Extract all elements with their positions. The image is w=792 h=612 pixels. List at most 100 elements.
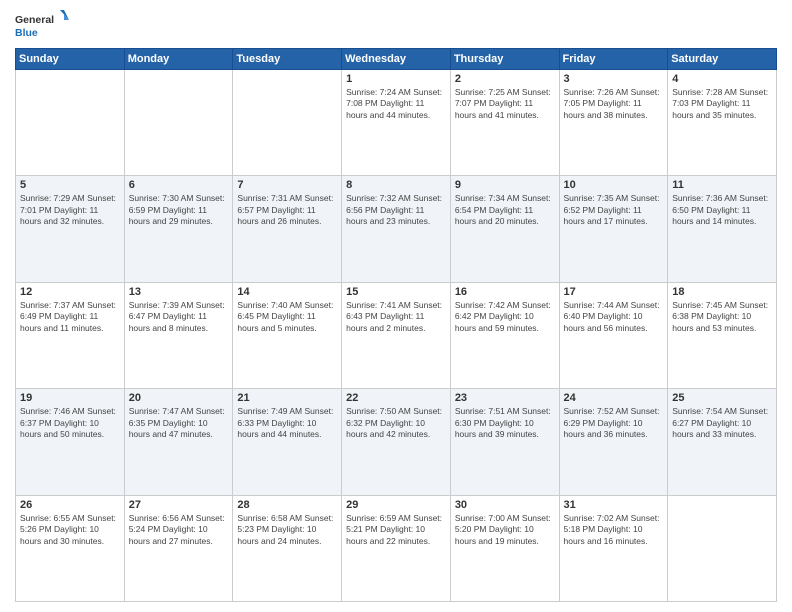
calendar-cell: 12 Sunrise: 7:37 AM Sunset: 6:49 PM Dayli…: [16, 282, 125, 388]
day-number: 20: [129, 392, 229, 404]
cell-info: Sunrise: 7:42 AM Sunset: 6:42 PM Dayligh…: [455, 300, 555, 334]
calendar-cell: 10 Sunrise: 7:35 AM Sunset: 6:52 PM Dayli…: [559, 176, 668, 282]
cell-info: Sunrise: 7:52 AM Sunset: 6:29 PM Dayligh…: [564, 406, 664, 440]
cell-info: Sunrise: 7:30 AM Sunset: 6:59 PM Dayligh…: [129, 193, 229, 227]
day-number: 19: [20, 392, 120, 404]
day-number: 18: [672, 286, 772, 298]
cell-info: Sunrise: 7:34 AM Sunset: 6:54 PM Dayligh…: [455, 193, 555, 227]
day-number: 26: [20, 499, 120, 511]
cell-info: Sunrise: 7:47 AM Sunset: 6:35 PM Dayligh…: [129, 406, 229, 440]
day-number: 30: [455, 499, 555, 511]
day-number: 14: [237, 286, 337, 298]
day-number: 1: [346, 73, 446, 85]
calendar-cell: 15 Sunrise: 7:41 AM Sunset: 6:43 PM Dayli…: [342, 282, 451, 388]
cell-info: Sunrise: 7:25 AM Sunset: 7:07 PM Dayligh…: [455, 87, 555, 121]
cell-info: Sunrise: 6:58 AM Sunset: 5:23 PM Dayligh…: [237, 513, 337, 547]
calendar-cell: 28 Sunrise: 6:58 AM Sunset: 5:23 PM Dayli…: [233, 495, 342, 601]
cell-info: Sunrise: 7:37 AM Sunset: 6:49 PM Dayligh…: [20, 300, 120, 334]
logo-svg: General Blue: [15, 10, 70, 42]
day-number: 12: [20, 286, 120, 298]
calendar-cell: 14 Sunrise: 7:40 AM Sunset: 6:45 PM Dayli…: [233, 282, 342, 388]
day-number: 15: [346, 286, 446, 298]
day-number: 21: [237, 392, 337, 404]
calendar-cell: 5 Sunrise: 7:29 AM Sunset: 7:01 PM Daylig…: [16, 176, 125, 282]
day-number: 27: [129, 499, 229, 511]
cell-info: Sunrise: 7:31 AM Sunset: 6:57 PM Dayligh…: [237, 193, 337, 227]
cell-info: Sunrise: 7:54 AM Sunset: 6:27 PM Dayligh…: [672, 406, 772, 440]
calendar-cell: 17Sunrise: 7:44 AM Sunset: 6:40 PM Dayli…: [559, 282, 668, 388]
cell-info: Sunrise: 7:00 AM Sunset: 5:20 PM Dayligh…: [455, 513, 555, 547]
calendar-cell: 13 Sunrise: 7:39 AM Sunset: 6:47 PM Dayli…: [124, 282, 233, 388]
day-number: 13: [129, 286, 229, 298]
cell-info: Sunrise: 6:55 AM Sunset: 5:26 PM Dayligh…: [20, 513, 120, 547]
cell-info: Sunrise: 6:59 AM Sunset: 5:21 PM Dayligh…: [346, 513, 446, 547]
cell-info: Sunrise: 6:56 AM Sunset: 5:24 PM Dayligh…: [129, 513, 229, 547]
svg-text:General: General: [15, 14, 54, 26]
weekday-header-tuesday: Tuesday: [233, 49, 342, 70]
cell-info: Sunrise: 7:35 AM Sunset: 6:52 PM Dayligh…: [564, 193, 664, 227]
cell-info: Sunrise: 7:02 AM Sunset: 5:18 PM Dayligh…: [564, 513, 664, 547]
day-number: 25: [672, 392, 772, 404]
cell-info: Sunrise: 7:24 AM Sunset: 7:08 PM Dayligh…: [346, 87, 446, 121]
calendar-cell: 27 Sunrise: 6:56 AM Sunset: 5:24 PM Dayli…: [124, 495, 233, 601]
calendar-cell: 19 Sunrise: 7:46 AM Sunset: 6:37 PM Dayli…: [16, 389, 125, 495]
cell-info: Sunrise: 7:26 AM Sunset: 7:05 PM Dayligh…: [564, 87, 664, 121]
calendar-cell: 24 Sunrise: 7:52 AM Sunset: 6:29 PM Dayli…: [559, 389, 668, 495]
calendar-table: SundayMondayTuesdayWednesdayThursdayFrid…: [15, 48, 777, 602]
day-number: 24: [564, 392, 664, 404]
calendar-cell: 6Sunrise: 7:30 AM Sunset: 6:59 PM Daylig…: [124, 176, 233, 282]
calendar-cell: [124, 70, 233, 176]
calendar-cell: 25 Sunrise: 7:54 AM Sunset: 6:27 PM Dayli…: [668, 389, 777, 495]
calendar-cell: 26 Sunrise: 6:55 AM Sunset: 5:26 PM Dayli…: [16, 495, 125, 601]
cell-info: Sunrise: 7:29 AM Sunset: 7:01 PM Dayligh…: [20, 193, 120, 227]
calendar-cell: [16, 70, 125, 176]
calendar-cell: [668, 495, 777, 601]
cell-info: Sunrise: 7:28 AM Sunset: 7:03 PM Dayligh…: [672, 87, 772, 121]
calendar-cell: 16 Sunrise: 7:42 AM Sunset: 6:42 PM Dayli…: [450, 282, 559, 388]
calendar-cell: 8 Sunrise: 7:32 AM Sunset: 6:56 PM Daylig…: [342, 176, 451, 282]
calendar-cell: 30 Sunrise: 7:00 AM Sunset: 5:20 PM Dayli…: [450, 495, 559, 601]
day-number: 10: [564, 179, 664, 191]
calendar-cell: 1 Sunrise: 7:24 AM Sunset: 7:08 PM Daylig…: [342, 70, 451, 176]
day-number: 31: [564, 499, 664, 511]
day-number: 22: [346, 392, 446, 404]
calendar-cell: 21 Sunrise: 7:49 AM Sunset: 6:33 PM Dayli…: [233, 389, 342, 495]
day-number: 28: [237, 499, 337, 511]
calendar-cell: 7 Sunrise: 7:31 AM Sunset: 6:57 PM Daylig…: [233, 176, 342, 282]
day-number: 16: [455, 286, 555, 298]
cell-info: Sunrise: 7:41 AM Sunset: 6:43 PM Dayligh…: [346, 300, 446, 334]
cell-info: Sunrise: 7:39 AM Sunset: 6:47 PM Dayligh…: [129, 300, 229, 334]
day-number: 8: [346, 179, 446, 191]
calendar-cell: 2 Sunrise: 7:25 AM Sunset: 7:07 PM Daylig…: [450, 70, 559, 176]
cell-info: Sunrise: 7:45 AM Sunset: 6:38 PM Dayligh…: [672, 300, 772, 334]
day-number: 23: [455, 392, 555, 404]
weekday-header-thursday: Thursday: [450, 49, 559, 70]
cell-info: Sunrise: 7:49 AM Sunset: 6:33 PM Dayligh…: [237, 406, 337, 440]
day-number: 29: [346, 499, 446, 511]
svg-text:Blue: Blue: [15, 27, 38, 39]
cell-info: Sunrise: 7:36 AM Sunset: 6:50 PM Dayligh…: [672, 193, 772, 227]
weekday-header-friday: Friday: [559, 49, 668, 70]
day-number: 7: [237, 179, 337, 191]
day-number: 5: [20, 179, 120, 191]
calendar-cell: 22 Sunrise: 7:50 AM Sunset: 6:32 PM Dayli…: [342, 389, 451, 495]
cell-info: Sunrise: 7:51 AM Sunset: 6:30 PM Dayligh…: [455, 406, 555, 440]
calendar-cell: 31 Sunrise: 7:02 AM Sunset: 5:18 PM Dayli…: [559, 495, 668, 601]
calendar-cell: 29 Sunrise: 6:59 AM Sunset: 5:21 PM Dayli…: [342, 495, 451, 601]
calendar-cell: 9 Sunrise: 7:34 AM Sunset: 6:54 PM Daylig…: [450, 176, 559, 282]
cell-info: Sunrise: 7:40 AM Sunset: 6:45 PM Dayligh…: [237, 300, 337, 334]
calendar-cell: 3Sunrise: 7:26 AM Sunset: 7:05 PM Daylig…: [559, 70, 668, 176]
cell-info: Sunrise: 7:46 AM Sunset: 6:37 PM Dayligh…: [20, 406, 120, 440]
calendar-cell: 11 Sunrise: 7:36 AM Sunset: 6:50 PM Dayli…: [668, 176, 777, 282]
day-number: 2: [455, 73, 555, 85]
cell-info: Sunrise: 7:50 AM Sunset: 6:32 PM Dayligh…: [346, 406, 446, 440]
calendar-cell: 18 Sunrise: 7:45 AM Sunset: 6:38 PM Dayli…: [668, 282, 777, 388]
day-number: 9: [455, 179, 555, 191]
weekday-header-saturday: Saturday: [668, 49, 777, 70]
weekday-header-monday: Monday: [124, 49, 233, 70]
weekday-header-wednesday: Wednesday: [342, 49, 451, 70]
cell-info: Sunrise: 7:32 AM Sunset: 6:56 PM Dayligh…: [346, 193, 446, 227]
day-number: 4: [672, 73, 772, 85]
calendar-cell: 23 Sunrise: 7:51 AM Sunset: 6:30 PM Dayli…: [450, 389, 559, 495]
day-number: 11: [672, 179, 772, 191]
